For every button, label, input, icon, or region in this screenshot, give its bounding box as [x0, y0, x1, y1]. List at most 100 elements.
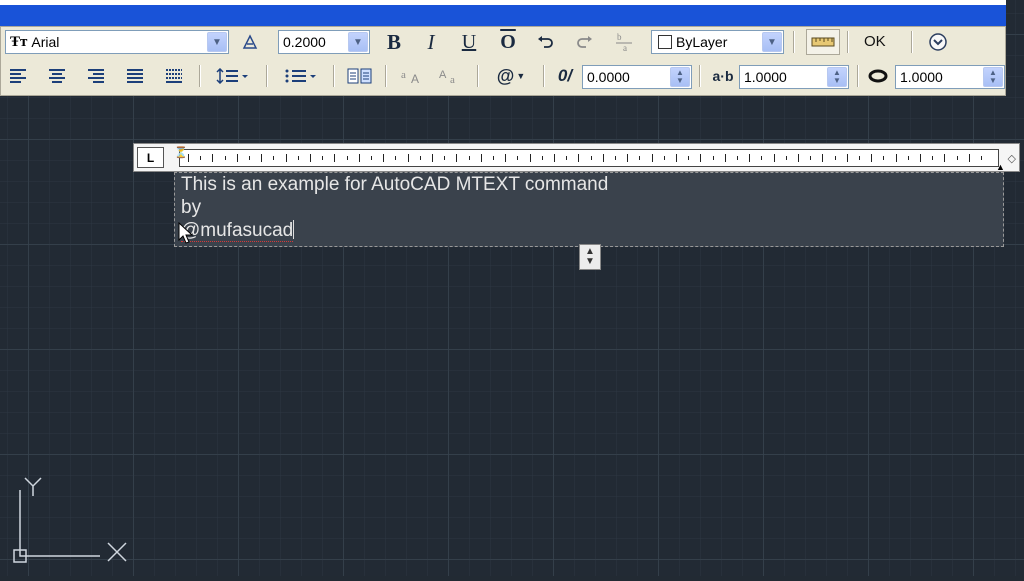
uppercase-icon[interactable]: aA	[397, 63, 427, 89]
ruler-tick	[749, 154, 751, 162]
mouse-cursor-icon	[178, 221, 194, 251]
ruler-tick	[517, 156, 519, 160]
ruler-tick	[798, 154, 799, 162]
lowercase-icon[interactable]: Aa	[435, 63, 465, 89]
insert-field-icon[interactable]	[345, 63, 375, 89]
toolbar-divider	[385, 65, 387, 87]
ruler-icon[interactable]	[806, 29, 840, 55]
ruler-tick	[676, 154, 677, 162]
tracking-input[interactable]: 1.0000 ▲ ▼	[739, 65, 849, 89]
text-height-select[interactable]: 0.2000 ▼	[278, 30, 370, 54]
text-line-2[interactable]: by	[181, 197, 201, 219]
text-line-3-content: @mufasucad	[181, 220, 294, 242]
ruler-tick	[468, 156, 470, 160]
chevron-down-icon[interactable]: ▼	[207, 32, 227, 52]
ruler-tick	[224, 156, 226, 160]
options-icon[interactable]	[925, 29, 951, 55]
spinner-icon[interactable]: ▲ ▼	[670, 67, 690, 87]
ruler-tick	[444, 156, 446, 160]
tracking-value: 1.0000	[744, 69, 787, 85]
ruler-tick	[602, 154, 604, 162]
ruler-tick	[810, 156, 812, 160]
ruler-tick	[334, 154, 336, 162]
ruler-scale[interactable]	[179, 149, 999, 167]
color-select[interactable]: ByLayer ▼	[651, 30, 784, 54]
chevron-down-icon[interactable]: ▼	[762, 32, 782, 52]
ruler-tick	[346, 156, 348, 160]
tracking-icon: a·b	[712, 68, 734, 84]
italic-button[interactable]: I	[418, 29, 444, 55]
ruler-tick	[212, 154, 214, 162]
underline-button[interactable]: U	[456, 29, 482, 55]
stack-icon[interactable]: ba	[611, 29, 637, 55]
ruler-tick	[505, 154, 507, 162]
width-factor-input[interactable]: 1.0000 ▲ ▼	[895, 65, 1005, 89]
ucs-icon: X Y	[0, 470, 140, 581]
undo-icon[interactable]	[533, 29, 559, 55]
ruler-tick	[907, 156, 909, 160]
bold-button[interactable]: B	[381, 29, 407, 55]
toolbar-divider	[477, 65, 479, 87]
color-swatch	[658, 35, 672, 49]
svg-text:b: b	[617, 32, 622, 42]
ruler-tick	[456, 154, 458, 162]
chevron-down-icon[interactable]: ▼	[348, 32, 368, 52]
chevron-down-icon: ▼	[516, 71, 526, 81]
text-caret	[293, 220, 295, 239]
mtext-editor[interactable]: This is an example for AutoCAD MTEXT com…	[174, 172, 1004, 247]
overline-button[interactable]: O	[495, 29, 521, 55]
text-line-3[interactable]: @mufasucad	[181, 220, 295, 242]
right-margin-marker-icon[interactable]: ▲	[996, 162, 1005, 172]
redo-icon[interactable]	[571, 29, 597, 55]
toolbar-divider	[699, 65, 701, 87]
ruler-tick	[724, 154, 726, 162]
ruler-tick	[822, 154, 824, 162]
align-right-icon[interactable]	[83, 63, 109, 89]
spinner-icon[interactable]: ▲ ▼	[827, 67, 847, 87]
toolbar-divider	[199, 65, 201, 87]
svg-text:A: A	[411, 72, 419, 85]
ruler-tick	[785, 156, 787, 160]
ruler-tick	[895, 154, 897, 162]
ruler-tick	[310, 154, 311, 162]
align-center-icon[interactable]	[44, 63, 70, 89]
diamond-icon[interactable]: ◇	[1008, 152, 1016, 165]
ruler-tick	[541, 156, 543, 160]
svg-text:a: a	[401, 69, 406, 81]
tab-type-button[interactable]: L	[137, 147, 164, 168]
annotative-icon[interactable]	[237, 29, 263, 55]
align-left-icon[interactable]	[5, 63, 31, 89]
symbol-button[interactable]: @ ▼	[491, 63, 531, 89]
ruler-tick	[688, 156, 690, 160]
ruler-tick	[846, 154, 848, 162]
ruler-tick	[407, 154, 409, 162]
toolbar-divider	[847, 31, 849, 53]
resize-handle[interactable]: ▲ ▼	[579, 244, 601, 270]
ruler-tick	[578, 154, 580, 162]
ruler-tick	[737, 156, 738, 160]
font-select[interactable]: Ŧт Arial ▼	[5, 30, 229, 54]
ruler-tick	[968, 154, 970, 162]
text-formatting-toolbar: Ŧт Arial ▼ 0.2000 ▼ B I U O ba ByLayer ▼…	[0, 26, 1006, 96]
ruler-tick	[761, 156, 763, 160]
ruler-tick	[834, 156, 836, 160]
toolbar-divider	[911, 31, 913, 53]
ruler-tick	[956, 156, 958, 160]
text-height-value: 0.2000	[283, 34, 326, 50]
ruler-tick	[859, 156, 860, 160]
spinner-icon[interactable]: ▲ ▼	[983, 67, 1003, 87]
ruler-tick	[297, 156, 299, 160]
text-line-1[interactable]: This is an example for AutoCAD MTEXT com…	[181, 174, 608, 196]
oblique-angle-input[interactable]: 0.0000 ▲ ▼	[582, 65, 692, 89]
mtext-ruler[interactable]: L ⏳ ▲ ◇	[133, 143, 1020, 172]
ruler-tick	[432, 154, 433, 162]
toolbar-divider	[793, 31, 795, 53]
distribute-icon[interactable]	[161, 63, 187, 89]
numbering-icon[interactable]	[281, 63, 321, 89]
svg-text:a: a	[450, 74, 455, 85]
ruler-tick	[700, 154, 702, 162]
ok-button[interactable]: OK	[864, 33, 886, 50]
justify-icon[interactable]	[122, 63, 148, 89]
indent-marker-icon[interactable]: ⏳	[174, 146, 188, 159]
line-spacing-icon[interactable]	[213, 63, 253, 89]
